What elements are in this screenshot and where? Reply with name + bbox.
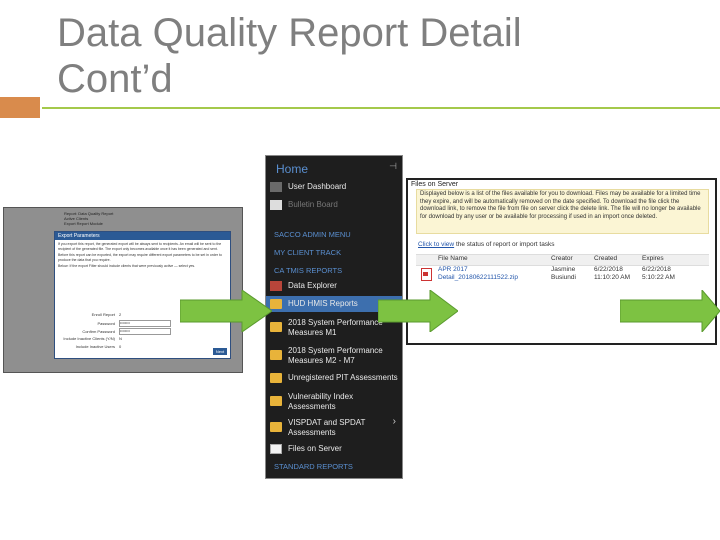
arrow-right-icon: [180, 290, 272, 332]
files-notice: Displayed below is a list of the files a…: [416, 189, 709, 234]
bulletin-icon: [270, 200, 282, 210]
click-to-view-link[interactable]: Click to view: [418, 241, 454, 248]
menu-home[interactable]: Home: [276, 162, 308, 176]
chevron-right-icon: ›: [392, 416, 396, 427]
dialog-title: Export Parameters: [55, 232, 230, 240]
accent-bar-orange: [0, 97, 40, 118]
title-line-1: Data Quality Report Detail: [57, 11, 522, 55]
folder-icon: [270, 422, 282, 432]
folder-icon: [270, 396, 282, 406]
background-report-text: Report: Data Quality Report Active Clien…: [64, 211, 114, 226]
dashboard-icon: [270, 182, 282, 192]
table-header: File Name Creator Created Expires: [416, 254, 709, 266]
files-header: Files on Server: [411, 181, 459, 188]
pin-icon[interactable]: ⊣: [389, 161, 397, 172]
arrow-right-icon: [378, 290, 458, 332]
field-password[interactable]: Password ••••••••: [59, 320, 171, 327]
menu-item-spm-m2-m7[interactable]: 2018 System Performance Measures M2 - M7: [266, 346, 402, 368]
field-include-inactive-users: Include Inactive Users 0: [75, 344, 122, 349]
folder-icon: [270, 350, 282, 360]
menu-header-standard-reports[interactable]: STANDARD REPORTS: [274, 462, 353, 471]
menu-header-client-track[interactable]: MY CLIENT TRACK: [274, 248, 341, 257]
field-confirm-password[interactable]: Confirm Password ••••••••: [59, 328, 171, 335]
accent-bar-green: [42, 97, 720, 118]
menu-item-vulnerability-index[interactable]: Vulnerability Index Assessments: [266, 392, 402, 414]
next-button[interactable]: Next: [213, 348, 227, 355]
folder-icon: [270, 373, 282, 383]
arrow-right-icon: [620, 290, 720, 332]
menu-item-vispdat[interactable]: VISPDAT and SPDAT Assessments: [266, 418, 402, 440]
title-line-2: Cont’d: [57, 57, 173, 101]
slide-title: Data Quality Report Detail Cont’d: [57, 10, 657, 102]
field-include-inactive-clients: Include Inactive Clients (Y/N) N: [63, 336, 122, 341]
status-link-line: Click to view the status of report or im…: [418, 241, 555, 248]
menu-header-reports[interactable]: CA TMIS REPORTS: [274, 266, 342, 275]
table-row[interactable]: Detail_20180622111522.zip Busiundi 11:10…: [416, 274, 709, 290]
menu-header-admin[interactable]: SACCO ADMIN MENU: [274, 230, 351, 239]
checklist-icon: [270, 444, 282, 454]
dialog-text: If you export this report, the generated…: [58, 242, 222, 268]
field-enroll-report: Enroll Report 2: [91, 312, 122, 317]
